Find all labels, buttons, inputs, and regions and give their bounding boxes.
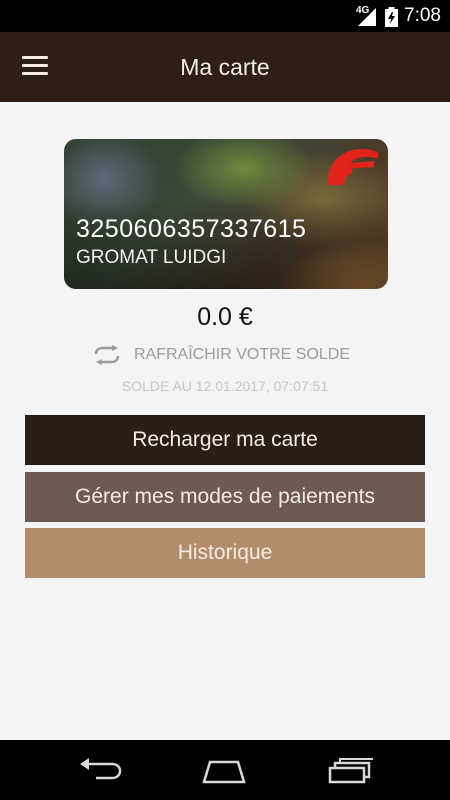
manage-payment-methods-button[interactable]: Gérer mes modes de paiements bbox=[25, 472, 425, 522]
home-icon[interactable] bbox=[200, 758, 248, 784]
card-number: 3250606357337615 bbox=[76, 215, 307, 243]
page-title: Ma carte bbox=[180, 54, 270, 80]
clock: 7:08 bbox=[404, 5, 441, 26]
card-shade bbox=[64, 199, 388, 289]
signal-icon bbox=[358, 8, 376, 26]
system-nav-bar bbox=[0, 740, 450, 800]
balance-timestamp: SOLDE AU 12.01.2017, 07:07:51 bbox=[121, 378, 329, 394]
brand-logo-icon bbox=[327, 149, 378, 185]
refresh-label: RAFRAÎCHIR VOTRE SOLDE bbox=[134, 346, 351, 363]
back-icon[interactable] bbox=[78, 758, 122, 784]
recharge-card-button[interactable]: Recharger ma carte bbox=[25, 415, 425, 465]
recents-icon[interactable] bbox=[328, 758, 374, 784]
history-button[interactable]: Historique bbox=[25, 528, 425, 578]
loyalty-card: 3250606357337615 GROMAT LUIDGI bbox=[64, 139, 388, 289]
refresh-icon bbox=[94, 345, 120, 365]
app-bar: Ma carte bbox=[0, 32, 450, 102]
status-bar: 4G 7:08 bbox=[0, 0, 450, 32]
card-holder-name: GROMAT LUIDGI bbox=[76, 247, 227, 268]
balance-amount: 0.0 € bbox=[197, 303, 253, 331]
battery-icon bbox=[385, 7, 398, 27]
